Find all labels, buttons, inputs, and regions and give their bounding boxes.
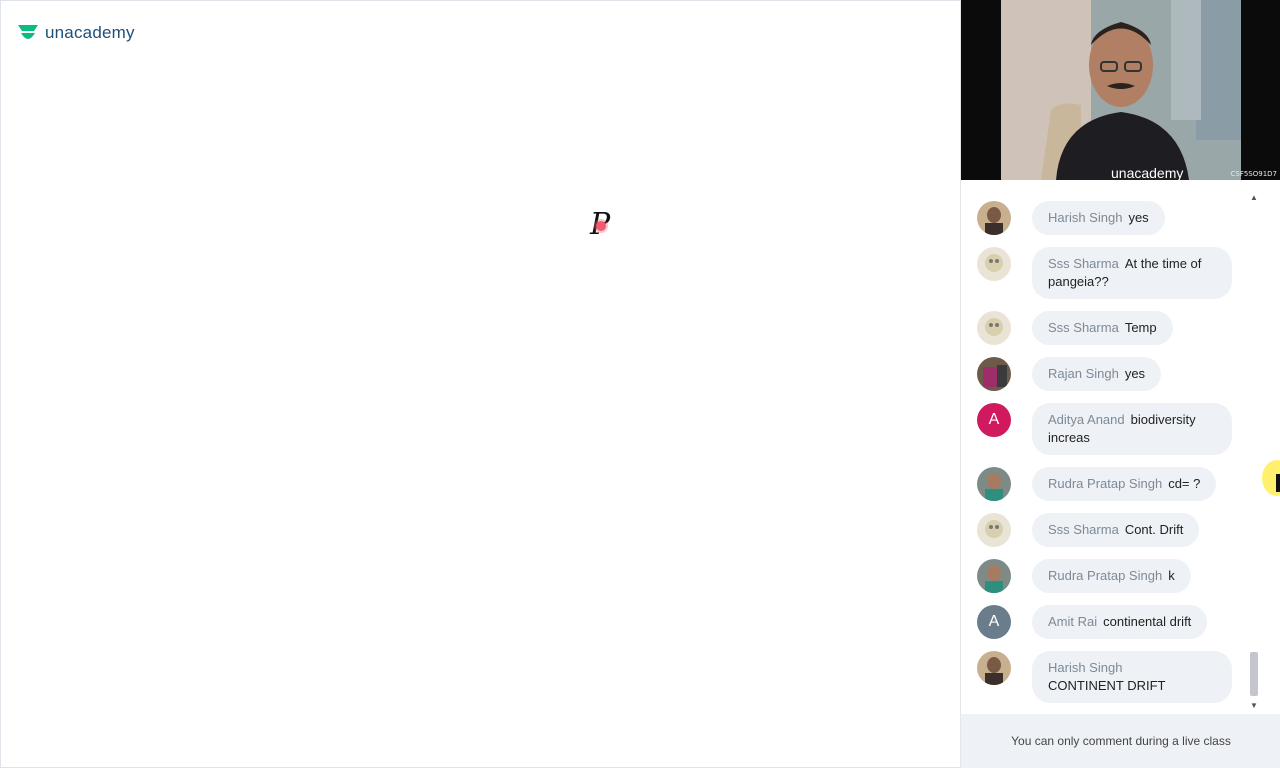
chat-author: Aditya Anand	[1048, 412, 1125, 427]
avatar: A	[977, 605, 1011, 639]
avatar	[977, 247, 1011, 281]
chat-text: yes	[1124, 366, 1146, 381]
avatar	[977, 201, 1011, 235]
stream-id: CSF5SO91D7	[1230, 170, 1277, 178]
chat-author: Sss Sharma	[1048, 522, 1119, 537]
brand-name: unacademy	[45, 23, 135, 42]
chat-author: Rudra Pratap Singh	[1048, 568, 1163, 583]
scroll-up-arrow-icon[interactable]: ▲	[1248, 192, 1260, 204]
chat-scrollbar[interactable]: ▲ ▼	[1248, 192, 1260, 712]
educator-video: unacademy CSF5SO91D7	[961, 0, 1280, 180]
chat-list[interactable]: Harish Singh yes Sss Sharma At the time of…	[961, 180, 1280, 714]
chat-text: Cont. Drift	[1124, 522, 1184, 537]
unacademy-logo-icon	[18, 25, 38, 39]
comment-disabled-notice: You can only comment during a live class	[961, 714, 1280, 768]
unacademy-logo: unacademy	[17, 23, 135, 43]
avatar-initial: A	[988, 411, 1000, 428]
whiteboard: unacademy P	[0, 0, 960, 768]
avatar: A	[977, 403, 1011, 437]
avatar-initial: A	[988, 613, 1000, 630]
avatar	[977, 559, 1011, 593]
right-panel: unacademy CSF5SO91D7 Harish Singh yes Sss…	[960, 0, 1280, 768]
avatar	[977, 651, 1011, 685]
chat-author: Harish Singh	[1048, 660, 1123, 675]
mouse-cursor-icon	[1276, 474, 1280, 492]
chat-text: k	[1168, 568, 1175, 583]
laser-pointer-dot	[596, 221, 606, 231]
chat-author: Harish Singh	[1048, 210, 1123, 225]
chat-text: Temp	[1124, 320, 1157, 335]
educator-video-frame: unacademy	[1001, 0, 1241, 180]
chat-text: cd= ?	[1168, 476, 1201, 491]
avatar	[977, 513, 1011, 547]
scroll-down-arrow-icon[interactable]: ▼	[1248, 700, 1260, 712]
chat-author: Sss Sharma	[1048, 256, 1119, 271]
avatar	[977, 467, 1011, 501]
chat-author: Rajan Singh	[1048, 366, 1119, 381]
chat-text: CONTINENT DRIFT	[1048, 678, 1166, 693]
chat-text: yes	[1128, 210, 1149, 225]
avatar	[977, 357, 1011, 391]
chat-text: continental drift	[1103, 614, 1192, 629]
scroll-thumb[interactable]	[1250, 652, 1258, 696]
svg-text:unacademy: unacademy	[1111, 165, 1183, 180]
chat-author: Sss Sharma	[1048, 320, 1119, 335]
avatar	[977, 311, 1011, 345]
chat-author: Rudra Pratap Singh	[1048, 476, 1163, 491]
chat-author: Amit Rai	[1048, 614, 1098, 629]
